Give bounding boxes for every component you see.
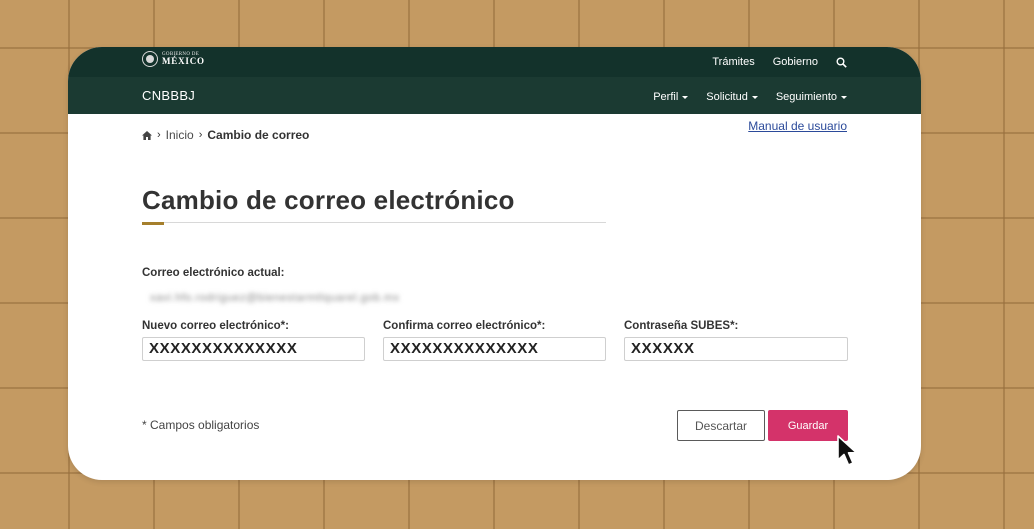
mouse-pointer-icon [837, 435, 858, 466]
home-icon[interactable] [142, 130, 152, 140]
caret-down-icon [841, 95, 847, 99]
search-icon[interactable] [836, 57, 847, 68]
manual-de-usuario-link[interactable]: Manual de usuario [748, 119, 847, 133]
browser-window: GOBIERNO DE MÉXICO Trámites Gobierno CNB… [68, 47, 921, 480]
password-label: Contraseña SUBES*: [624, 320, 739, 332]
gobierno-de-mexico-logo[interactable]: GOBIERNO DE MÉXICO [142, 51, 205, 67]
new-email-label: Nuevo correo electrónico*: [142, 320, 289, 332]
breadcrumb-separator: › [198, 129, 203, 141]
required-fields-note: * Campos obligatorios [142, 418, 260, 432]
breadcrumb-current: Cambio de correo [207, 128, 310, 142]
nav-item-solicitud[interactable]: Solicitud [706, 91, 758, 103]
breadcrumb-inicio[interactable]: Inicio [166, 128, 194, 142]
title-divider [142, 222, 606, 223]
logo-line-2: MÉXICO [162, 56, 205, 66]
nav-menu: Perfil Solicitud Seguimiento [653, 91, 847, 103]
nav-item-solicitud-label: Solicitud [706, 91, 748, 103]
nav-item-seguimiento-label: Seguimiento [775, 91, 837, 103]
current-email-label: Correo electrónico actual: [142, 267, 285, 279]
nav-item-seguimiento[interactable]: Seguimiento [776, 91, 847, 103]
main-navbar: CNBBBJ Perfil Solicitud Seguimiento [68, 77, 921, 114]
breadcrumb-separator: › [157, 129, 161, 141]
current-email-value: xavi.hfo.rodriguez@bienestarmtlquarel.go… [150, 292, 400, 304]
brand-name[interactable]: CNBBBJ [142, 88, 195, 103]
government-top-bar: GOBIERNO DE MÉXICO Trámites Gobierno [68, 47, 921, 77]
top-links: Trámites Gobierno [712, 47, 847, 77]
caret-down-icon [682, 95, 689, 99]
confirm-email-label: Confirma correo electrónico*: [383, 320, 546, 332]
top-link-gobierno[interactable]: Gobierno [773, 56, 818, 68]
title-accent-bar [142, 222, 164, 225]
discard-button[interactable]: Descartar [677, 410, 765, 441]
confirm-email-field[interactable]: XXXXXXXXXXXXXX [383, 337, 606, 361]
top-link-tramites[interactable]: Trámites [712, 56, 754, 68]
caret-down-icon [751, 95, 758, 99]
breadcrumb: › Inicio › Cambio de correo [142, 128, 309, 142]
password-field[interactable]: XXXXXX [624, 337, 848, 361]
seal-icon [142, 51, 158, 67]
nav-item-perfil[interactable]: Perfil [653, 91, 689, 103]
page-title: Cambio de correo electrónico [142, 185, 515, 215]
new-email-field[interactable]: XXXXXXXXXXXXXX [142, 337, 365, 361]
nav-item-perfil-label: Perfil [653, 91, 679, 103]
